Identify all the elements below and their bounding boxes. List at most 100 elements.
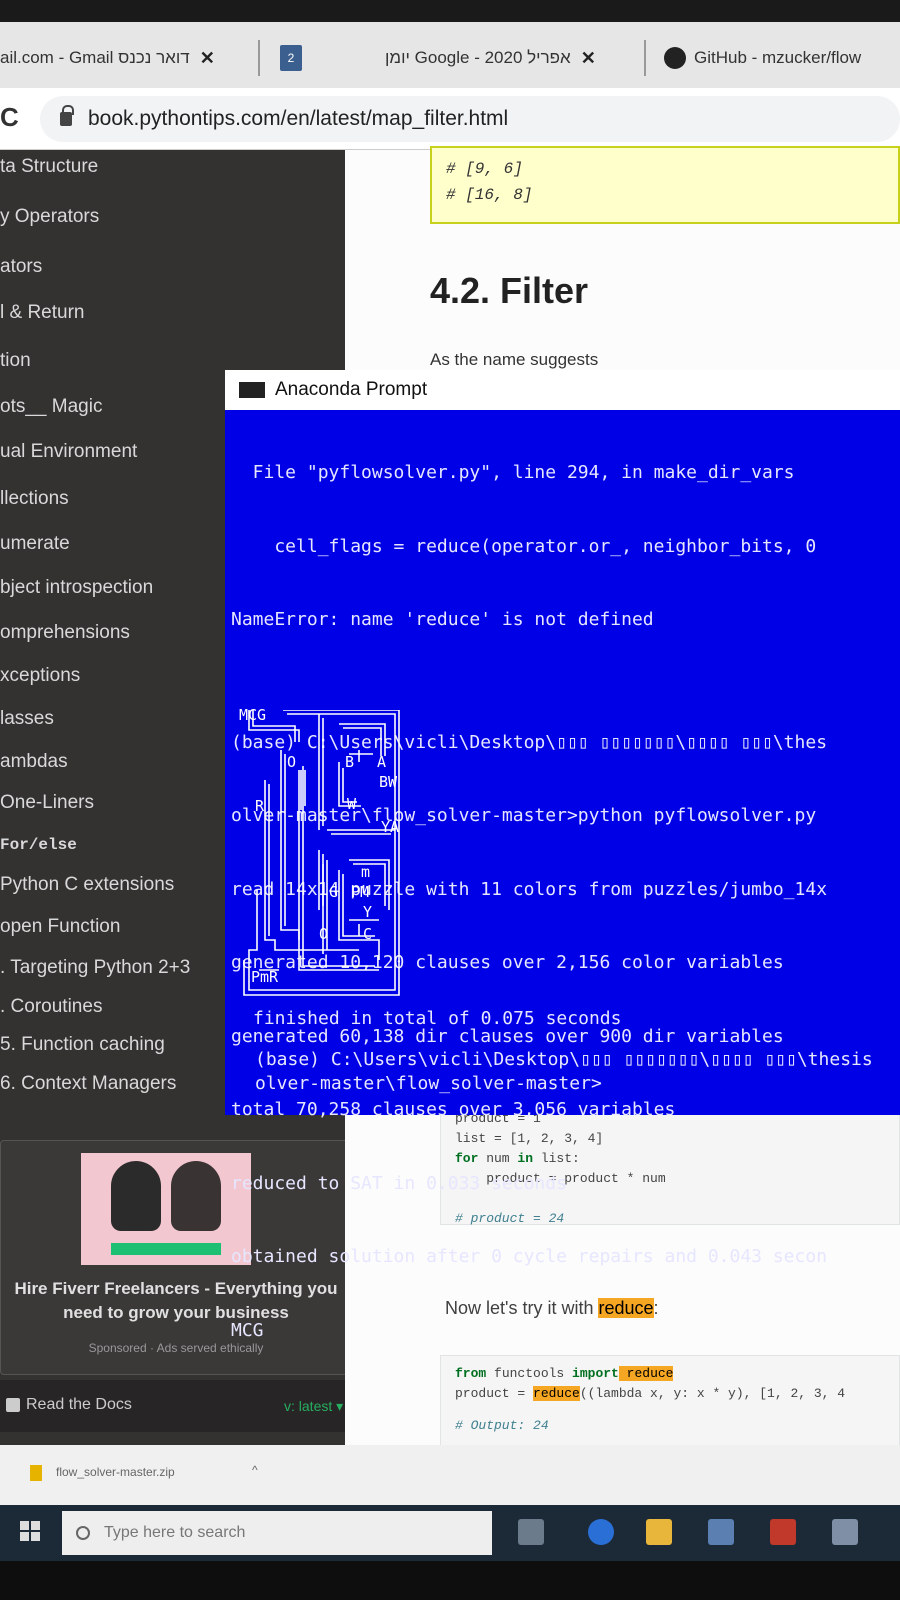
- puzzle-cell-label: PmR: [251, 968, 279, 986]
- anaconda-prompt-window[interactable]: Anaconda Prompt File "pyflowsolver.py", …: [225, 370, 900, 1341]
- code-line: # [9, 6]: [446, 160, 523, 178]
- section-heading: 4.2. Filter: [430, 270, 589, 311]
- code-block-output: # [9, 6] # [16, 8]: [430, 146, 900, 224]
- terminal-title-bar[interactable]: Anaconda Prompt: [225, 370, 900, 410]
- tab-separator: [644, 40, 646, 76]
- address-bar: C book.pythontips.com/en/latest/map_filt…: [0, 88, 900, 150]
- close-icon[interactable]: ✕: [581, 48, 596, 69]
- download-item[interactable]: flow_solver-master.zip: [56, 1465, 175, 1479]
- monitor-bezel-bottom: [0, 1561, 900, 1600]
- sidebar-item-virtual-environment[interactable]: ual Environment: [0, 441, 137, 463]
- sidebar-item-function-caching[interactable]: 5. Function caching: [0, 1034, 165, 1056]
- lock-icon[interactable]: [60, 105, 74, 126]
- github-icon: [664, 47, 686, 69]
- monitor-bezel: [0, 0, 900, 22]
- puzzle-cell-label: G: [329, 883, 339, 901]
- puzzle-cell-label: PM: [351, 883, 370, 901]
- sidebar-item-context-managers[interactable]: 6. Context Managers: [0, 1073, 176, 1095]
- sidebar-item-targeting-python[interactable]: . Targeting Python 2+3: [0, 957, 190, 979]
- browser-tab-strip: ail.com - Gmail דואר נכנס ✕ 2 יומן Googl…: [0, 0, 900, 88]
- tab-github[interactable]: GitHub - mzucker/flow: [664, 38, 861, 78]
- read-the-docs-label: Read the Docs: [26, 1396, 132, 1413]
- download-shelf: flow_solver-master.zip ^: [0, 1445, 900, 1505]
- terminal-line: reduced to SAT in 0.033 seconds: [231, 1172, 567, 1194]
- sidebar-item-coroutines[interactable]: . Coroutines: [0, 996, 102, 1018]
- puzzle-cell-label: C: [363, 925, 373, 943]
- calendar-icon: 2: [280, 45, 302, 71]
- terminal-line: (base) C:\Users\vicli\Desktop\▯▯▯ ▯▯▯▯▯▯…: [255, 1049, 873, 1070]
- sidebar-item-lambdas[interactable]: ambdas: [0, 751, 68, 773]
- terminal-prompt[interactable]: (base) C:\Users\vicli\Desktop\▯▯▯ ▯▯▯▯▯▯…: [255, 1048, 873, 1096]
- zip-file-icon[interactable]: [30, 1465, 42, 1481]
- terminal-line: finished in total of 0.075 seconds: [253, 1008, 622, 1029]
- sidebar-item-classes[interactable]: lasses: [0, 708, 54, 730]
- terminal-line: total 70,258 clauses over 3,056 variable…: [231, 1099, 676, 1120]
- ad-image[interactable]: [81, 1153, 251, 1265]
- sidebar-item-ternary-operators[interactable]: y Operators: [0, 206, 99, 228]
- reload-icon[interactable]: C: [0, 102, 19, 133]
- puzzle-cell-label: O: [287, 753, 297, 771]
- url-input[interactable]: book.pythontips.com/en/latest/map_filter…: [40, 96, 900, 142]
- sidebar-item-data-structure[interactable]: ta Structure: [0, 156, 98, 178]
- ad-banner-strip: [111, 1243, 221, 1255]
- puzzle-cell-label: R: [255, 797, 265, 815]
- sidebar-item-comprehensions[interactable]: omprehensions: [0, 622, 130, 644]
- ad-person-right: [171, 1161, 221, 1231]
- code-line: # [16, 8]: [446, 186, 533, 204]
- puzzle-cell-label: A: [377, 753, 387, 771]
- sidebar-item-global-return[interactable]: l & Return: [0, 302, 84, 324]
- sidebar-item-slots-magic[interactable]: ots__ Magic: [0, 396, 102, 418]
- puzzle-cell-label: m: [361, 863, 371, 881]
- version-selector[interactable]: v: latest ▾: [284, 1398, 343, 1415]
- tab-google-calendar-label: יומן Google - אפריל 2020: [385, 48, 571, 67]
- mail-icon[interactable]: [770, 1519, 796, 1545]
- tab-gmail[interactable]: ail.com - Gmail דואר נכנס ✕: [0, 38, 215, 78]
- ad-person-left: [111, 1161, 161, 1231]
- sidebar-item-for-else[interactable]: For/else: [0, 836, 77, 854]
- task-view-icon[interactable]: [518, 1519, 544, 1545]
- terminal-line: MCG: [231, 1319, 264, 1341]
- tab-gmail-label: ail.com - Gmail דואר נכנס: [0, 48, 190, 67]
- terminal-line: olver-master\flow_solver-master>: [255, 1073, 602, 1094]
- sidebar-item-python-c-extensions[interactable]: Python C extensions: [0, 874, 174, 896]
- terminal-line: cell_flags = reduce(operator.or_, neighb…: [231, 535, 817, 557]
- code-comment: # Output: 24: [455, 1418, 549, 1433]
- terminal-line: obtained solution after 0 cycle repairs …: [231, 1246, 828, 1267]
- url-text: book.pythontips.com/en/latest/map_filter…: [88, 107, 509, 130]
- puzzle-cell-label: BW: [379, 773, 398, 791]
- edge-browser-icon[interactable]: [588, 1519, 614, 1545]
- store-icon[interactable]: [708, 1519, 734, 1545]
- chevron-up-icon[interactable]: ^: [252, 1463, 258, 1477]
- file-explorer-icon[interactable]: [646, 1519, 672, 1545]
- terminal-line: File "pyflowsolver.py", line 294, in mak…: [231, 462, 795, 483]
- sidebar-item-object-introspection[interactable]: bject introspection: [0, 577, 153, 599]
- tab-separator: [258, 40, 260, 76]
- tab-calendar-pinned[interactable]: 2: [280, 38, 302, 78]
- terminal-line: MCG: [239, 706, 267, 724]
- windows-start-icon[interactable]: [20, 1521, 40, 1541]
- sidebar-item-collections[interactable]: llections: [0, 488, 69, 510]
- taskbar-search-input[interactable]: Type here to search: [62, 1511, 492, 1555]
- app-icon[interactable]: [832, 1519, 858, 1545]
- tab-github-label: GitHub - mzucker/flow: [694, 48, 862, 67]
- puzzle-cell-label: W: [347, 795, 357, 813]
- sidebar-item-open-function[interactable]: open Function: [0, 916, 120, 938]
- sidebar-item-exceptions[interactable]: xceptions: [0, 665, 80, 687]
- windows-taskbar: Type here to search: [0, 1505, 900, 1561]
- terminal-icon: [239, 382, 265, 398]
- terminal-line: NameError: name 'reduce' is not defined: [231, 609, 654, 630]
- close-icon[interactable]: ✕: [200, 48, 215, 69]
- terminal-title: Anaconda Prompt: [275, 379, 428, 400]
- puzzle-cell-label: YA: [381, 818, 400, 836]
- tab-google-calendar[interactable]: יומן Google - אפריל 2020 ✕: [385, 38, 596, 78]
- puzzle-cell-label: Y: [363, 903, 373, 921]
- sidebar-item-mutation[interactable]: tion: [0, 350, 31, 372]
- sidebar-item-enumerate[interactable]: umerate: [0, 533, 70, 555]
- puzzle-cell-label: B: [345, 753, 355, 771]
- sidebar-item-decorators[interactable]: ators: [0, 256, 42, 278]
- search-icon: [76, 1526, 90, 1540]
- search-placeholder: Type here to search: [104, 1524, 246, 1541]
- book-icon: [6, 1398, 20, 1412]
- paragraph-fragment: As the name suggests: [430, 350, 599, 369]
- sidebar-item-one-liners[interactable]: One-Liners: [0, 792, 94, 814]
